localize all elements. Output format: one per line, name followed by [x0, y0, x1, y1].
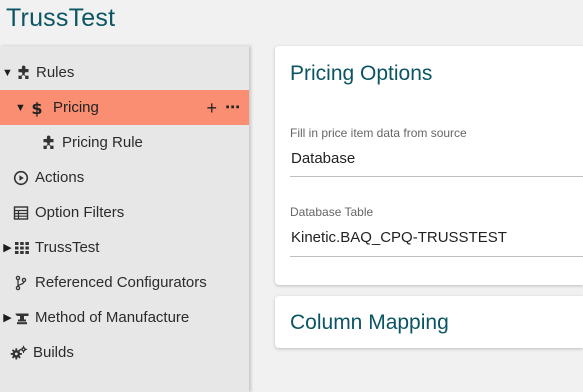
- pricing-options-card: Pricing Options Fill in price item data …: [275, 46, 583, 285]
- expand-down-icon[interactable]: ▼: [2, 67, 13, 79]
- tree-item-builds[interactable]: Builds: [0, 335, 249, 370]
- grid-icon: [13, 239, 31, 257]
- expand-right-icon[interactable]: ▶: [2, 311, 13, 324]
- dollar-icon: $: [28, 99, 46, 117]
- database-table-underline: [290, 256, 583, 257]
- source-field-label: Fill in price item data from source: [290, 126, 467, 140]
- expand-right-icon[interactable]: ▶: [2, 241, 13, 254]
- tree-item-label: Method of Manufacture: [35, 309, 190, 326]
- database-table-label: Database Table: [290, 205, 374, 219]
- add-icon[interactable]: +: [206, 99, 217, 117]
- table-icon: [12, 204, 30, 222]
- tree-item-label: Rules: [36, 64, 75, 81]
- svg-text:$: $: [31, 99, 42, 117]
- tree-item-trusstest[interactable]: ▶ TrussTest: [0, 230, 249, 265]
- database-table-field[interactable]: Kinetic.BAQ_CPQ-TRUSSTEST: [291, 229, 507, 246]
- gears-icon: [10, 344, 28, 362]
- tree-item-actions[interactable]: Actions: [0, 160, 249, 195]
- tree-item-pricing-rule[interactable]: Pricing Rule: [0, 125, 249, 160]
- source-select[interactable]: Database: [291, 150, 355, 167]
- tree-item-label: Pricing Rule: [62, 134, 143, 151]
- branch-icon: [12, 274, 30, 292]
- tree-item-option-filters[interactable]: Option Filters: [0, 195, 249, 230]
- more-options-icon[interactable]: ⋯: [225, 100, 240, 115]
- card-title: Column Mapping: [290, 311, 449, 334]
- column-mapping-card[interactable]: Column Mapping: [275, 296, 583, 348]
- tree-item-label: Option Filters: [35, 204, 125, 221]
- tree-item-label: Actions: [35, 169, 85, 186]
- tree-item-method-of-manufacture[interactable]: ▶ Method of Manufacture: [0, 300, 249, 335]
- tree-item-label: Referenced Configurators: [35, 274, 207, 291]
- tree-item-label: Builds: [33, 344, 74, 361]
- tree-item-rules[interactable]: ▼ Rules: [0, 55, 249, 90]
- tree-item-label: Pricing: [53, 99, 99, 116]
- card-title: Pricing Options: [290, 62, 433, 85]
- puzzle-icon: [15, 64, 33, 82]
- tree-item-referenced-configurators[interactable]: Referenced Configurators: [0, 265, 249, 300]
- play-circle-icon: [12, 169, 30, 187]
- puzzle-icon: [40, 134, 58, 152]
- app-title: TrussTest: [6, 4, 116, 32]
- source-underline: [290, 176, 583, 177]
- sidebar-tree: ▼ Rules ▼ $ Pricing + ⋯ Pricing Rule Act…: [0, 46, 249, 392]
- anvil-icon: [13, 309, 31, 327]
- tree-item-label: TrussTest: [35, 239, 100, 256]
- expand-down-icon[interactable]: ▼: [15, 102, 26, 114]
- tree-item-pricing[interactable]: ▼ $ Pricing + ⋯: [0, 90, 249, 125]
